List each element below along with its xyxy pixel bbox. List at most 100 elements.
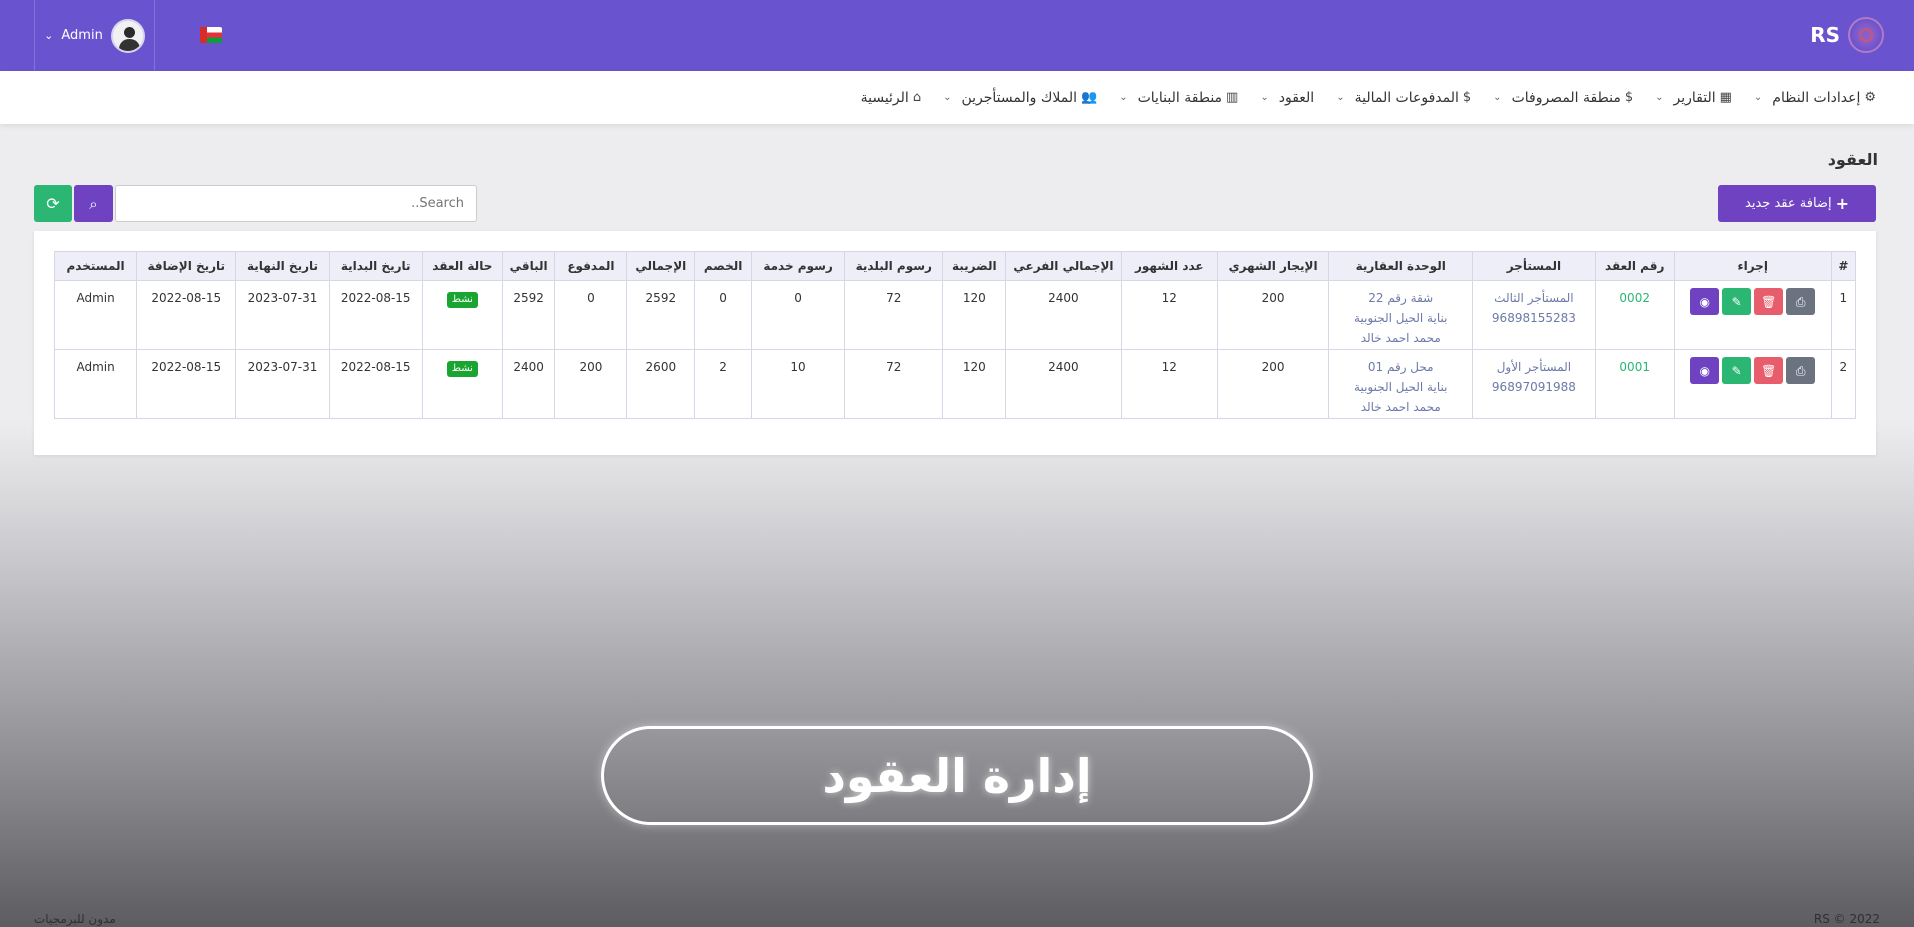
dollar-icon: $	[1624, 90, 1634, 105]
search-button[interactable]: ⌕	[74, 185, 113, 222]
nav-label: إعدادات النظام	[1772, 89, 1861, 106]
start-date: 2022-08-15	[328, 349, 423, 419]
total: 2592	[626, 280, 696, 350]
status-cell: نشط	[421, 280, 503, 350]
nav-label: العقود	[1278, 89, 1315, 106]
delete-button[interactable]: 🗑	[1754, 357, 1784, 384]
refresh-button[interactable]: ⟳	[34, 185, 72, 222]
row-actions: ◉ ✎ 🗑 ⎙	[1673, 349, 1832, 419]
col-monthly-rent: الإيجار الشهري	[1216, 251, 1330, 281]
contract-no-link[interactable]: 0001	[1594, 349, 1675, 419]
nav-item-reports[interactable]: ▦ التقارير ⌄	[1655, 90, 1732, 106]
col-tenant: المستأجر	[1472, 251, 1596, 281]
subtotal: 2400	[1005, 349, 1122, 419]
col-added-date: تاريخ الإضافة	[136, 251, 237, 281]
unit-cell: شقة رقم 22 بناية الحيل الجنوبية محمد احم…	[1328, 280, 1474, 350]
brand[interactable]: RS	[1810, 17, 1884, 53]
chevron-down-icon: ⌄	[1753, 92, 1763, 103]
tenant-cell[interactable]: المستأجر الأول 96897091988	[1472, 349, 1596, 419]
subtotal: 2400	[1005, 280, 1122, 350]
add-contract-button[interactable]: + إضافة عقد جديد	[1718, 185, 1876, 222]
status-badge: نشط	[446, 361, 478, 377]
status-cell: نشط	[421, 349, 503, 419]
nav-item-expenses[interactable]: $ منطقة المصروفات ⌄	[1493, 90, 1633, 106]
footer-credit: مدون للبرمجيات	[34, 912, 116, 926]
col-contract-no: رقم العقد	[1594, 251, 1675, 281]
status-badge: نشط	[446, 292, 478, 308]
tenant-phone: 96897091988	[1491, 380, 1576, 394]
nav-item-owners-tenants[interactable]: 👥 الملاك والمستأجرين ⌄	[943, 90, 1097, 106]
added-date: 2022-08-15	[136, 349, 237, 419]
nav-label: المدفوعات المالية	[1354, 89, 1459, 106]
oman-flag-icon[interactable]	[200, 27, 222, 43]
unit-building: بناية الحيل الجنوبية	[1354, 311, 1448, 325]
nav-item-buildings[interactable]: ▥ منطقة البنايات ⌄	[1119, 90, 1238, 106]
paid: 0	[554, 280, 628, 350]
brand-logo-icon	[1848, 17, 1884, 53]
end-date: 2023-07-31	[235, 280, 330, 350]
search-bar: ⟳ ⌕	[34, 185, 477, 222]
user-menu[interactable]: ⌄ Admin	[34, 0, 155, 71]
user: Admin	[53, 349, 138, 419]
edit-icon: ✎	[1731, 363, 1742, 378]
col-tax: الضريبة	[942, 251, 1007, 281]
avatar	[110, 18, 145, 53]
remaining: 2400	[501, 349, 556, 419]
search-input[interactable]	[115, 185, 477, 222]
chevron-down-icon: ⌄	[44, 29, 54, 42]
nav-label: التقارير	[1673, 89, 1716, 106]
chevron-down-icon: ⌄	[1655, 92, 1664, 103]
nav-item-home[interactable]: ⌂ الرئيسية	[861, 90, 922, 106]
contract-no-link[interactable]: 0002	[1594, 280, 1675, 350]
top-bar: RS ⌄ Admin	[0, 0, 1914, 71]
monthly-rent: 200	[1216, 349, 1330, 419]
view-button[interactable]: ◉	[1690, 288, 1720, 315]
contracts-table: # إجراء رقم العقد المستأجر الوحدة العقار…	[53, 251, 1857, 419]
view-button[interactable]: ◉	[1690, 357, 1720, 384]
tenant-cell[interactable]: المستأجر الثالث 96898155283	[1472, 280, 1596, 350]
chevron-down-icon: ⌄	[943, 92, 952, 103]
service-fee: 10	[750, 349, 846, 419]
add-contract-label: إضافة عقد جديد	[1745, 196, 1832, 211]
added-date: 2022-08-15	[136, 280, 237, 350]
edit-button[interactable]: ✎	[1722, 288, 1752, 315]
nav-label: الرئيسية	[860, 89, 909, 106]
col-status: حالة العقد	[421, 251, 503, 281]
gear-icon: ⚙	[1864, 90, 1876, 105]
row-index: 2	[1830, 349, 1857, 419]
refresh-icon: ⟳	[46, 194, 60, 213]
row-index: 1	[1830, 280, 1857, 350]
nav-item-contracts[interactable]: العقود ⌄	[1260, 90, 1314, 106]
plus-icon: +	[1835, 194, 1849, 213]
trash-icon: 🗑	[1761, 363, 1777, 378]
months: 12	[1120, 280, 1218, 350]
unit-owner: محمد احمد خالد	[1360, 400, 1441, 414]
col-subtotal: الإجمالي الفرعي	[1005, 251, 1122, 281]
home-icon: ⌂	[912, 90, 922, 105]
col-discount: الخصم	[694, 251, 752, 281]
col-actions: إجراء	[1673, 251, 1832, 281]
municipality-fee: 72	[844, 349, 944, 419]
print-button[interactable]: ⎙	[1786, 357, 1816, 384]
nav-item-payments[interactable]: $ المدفوعات المالية ⌄	[1336, 90, 1471, 106]
col-index: #	[1830, 251, 1857, 281]
tenant-name: المستأجر الأول	[1496, 360, 1572, 374]
edit-button[interactable]: ✎	[1722, 357, 1752, 384]
chevron-down-icon: ⌄	[1119, 92, 1128, 103]
tax: 120	[942, 349, 1007, 419]
unit-owner: محمد احمد خالد	[1360, 331, 1441, 345]
print-button[interactable]: ⎙	[1786, 288, 1816, 315]
chevron-down-icon: ⌄	[1260, 92, 1269, 103]
total: 2600	[626, 349, 696, 419]
eye-icon: ◉	[1699, 363, 1710, 378]
building-icon: ▥	[1226, 90, 1239, 105]
col-total: الإجمالي	[626, 251, 696, 281]
print-icon: ⎙	[1795, 294, 1806, 309]
delete-button[interactable]: 🗑	[1754, 288, 1784, 315]
brand-name: RS	[1810, 23, 1840, 47]
col-end-date: تاريخ النهاية	[235, 251, 330, 281]
nav-label: الملاك والمستأجرين	[961, 89, 1077, 106]
table-row: 2 ◉ ✎ 🗑 ⎙ 0001 المستأجر الأول 9689709198…	[53, 349, 1857, 419]
nav-item-settings[interactable]: ⚙ إعدادات النظام ⌄	[1754, 90, 1876, 106]
unit-cell: محل رقم 01 بناية الحيل الجنوبية محمد احم…	[1328, 349, 1474, 419]
